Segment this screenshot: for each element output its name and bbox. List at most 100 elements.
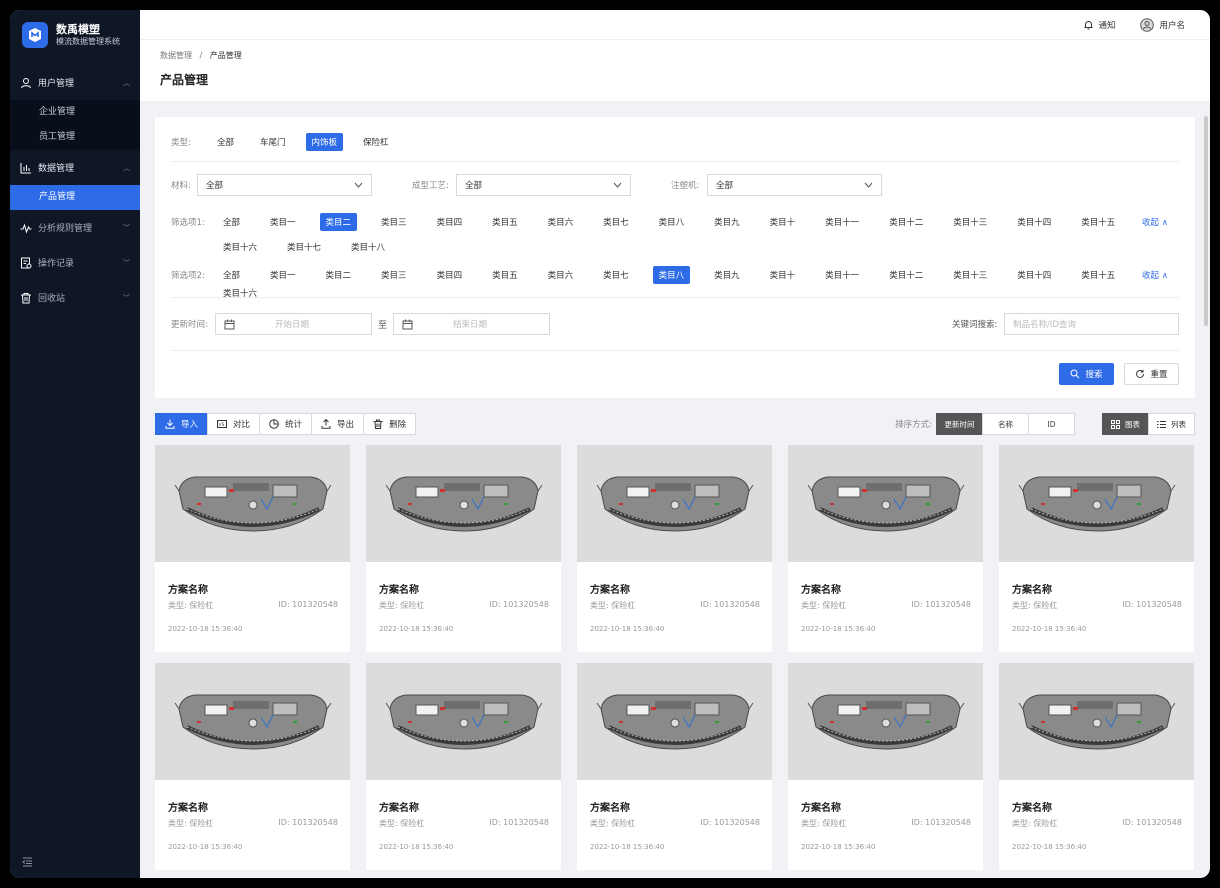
menu-group-user[interactable]: 用户管理 ︿: [10, 65, 140, 100]
filter-chip[interactable]: 类目一: [264, 266, 302, 284]
filter-chip[interactable]: 类目二: [319, 213, 358, 231]
card-id: ID: 101320548: [700, 600, 760, 609]
filter-chip[interactable]: 类目十六: [217, 284, 263, 302]
sidebar-item-product[interactable]: 产品管理: [10, 185, 140, 210]
divider: [171, 161, 1179, 162]
product-card[interactable]: 方案名称 类型: 保险杠 ID: 101320548 2022-10-18 15:36…: [155, 445, 350, 652]
sidebar: 数禹模塑 模流数据管理系统 用户管理 ︿ 企业管理 员工管理 数据管理 ︿ 产品…: [10, 10, 140, 878]
material-select[interactable]: 全部: [197, 174, 372, 196]
end-date-input[interactable]: 结束日期: [393, 313, 551, 335]
product-card[interactable]: 方案名称 类型: 保险杠 ID: 101320548 2022-10-18 15:36…: [577, 445, 772, 652]
filter-chip[interactable]: 类目一: [264, 213, 302, 231]
filter-chip[interactable]: 类目十一: [819, 266, 865, 284]
user-menu[interactable]: 用户名: [1140, 17, 1185, 32]
filter-chip[interactable]: 类目八: [653, 213, 691, 231]
filter-chip[interactable]: 类目五: [486, 266, 524, 284]
collapse-sidebar-icon[interactable]: [22, 857, 33, 870]
reset-button[interactable]: 重置: [1124, 363, 1179, 385]
product-thumbnail: [788, 445, 983, 562]
product-card[interactable]: 方案名称 类型: 保险杠 ID: 101320548 2022-10-18 15:36…: [155, 663, 350, 870]
filter-chip[interactable]: 类目三: [375, 213, 413, 231]
bell-icon: [1084, 20, 1093, 29]
filter-chip[interactable]: 类目十八: [345, 238, 391, 256]
filter-chip[interactable]: 类目十: [764, 266, 802, 284]
filter-chip[interactable]: 类目九: [708, 213, 746, 231]
sidebar-item-staff[interactable]: 员工管理: [10, 125, 140, 150]
filter-chip[interactable]: 全部: [217, 213, 246, 231]
filter-chip[interactable]: 类目五: [486, 213, 524, 231]
start-date-placeholder: 开始日期: [275, 320, 310, 330]
filter-chip[interactable]: 全部: [211, 133, 240, 151]
grid-icon: [1111, 419, 1120, 429]
card-type: 类型: 保险杠: [590, 601, 636, 610]
product-card[interactable]: 方案名称 类型: 保险杠 ID: 101320548 2022-10-18 15:36…: [999, 663, 1194, 870]
menu-group-data[interactable]: 数据管理 ︿: [10, 150, 140, 185]
card-id: ID: 101320548: [1122, 818, 1182, 827]
export-icon: [321, 419, 331, 429]
delete-button[interactable]: 删除: [363, 413, 417, 435]
filter-chip[interactable]: 类目十二: [883, 266, 929, 284]
product-thumbnail: [577, 445, 772, 562]
product-card[interactable]: 方案名称 类型: 保险杠 ID: 101320548 2022-10-18 15:36…: [366, 663, 561, 870]
menu-group-trash[interactable]: 回收站 ﹀: [10, 280, 140, 315]
product-thumbnail-image: [385, 694, 542, 750]
filter-chip[interactable]: 类目三: [375, 266, 413, 284]
product-card[interactable]: 方案名称 类型: 保险杠 ID: 101320548 2022-10-18 15:36…: [366, 445, 561, 652]
export-button[interactable]: 导出: [311, 413, 365, 435]
filter-chip[interactable]: 保险杠: [357, 133, 395, 151]
chevron-down-icon: [354, 182, 363, 188]
scrollbar[interactable]: [1204, 116, 1208, 326]
breadcrumb-parent[interactable]: 数据管理: [160, 51, 192, 60]
filter-chip[interactable]: 类目四: [431, 213, 469, 231]
product-card[interactable]: 方案名称 类型: 保险杠 ID: 101320548 2022-10-18 15:36…: [577, 663, 772, 870]
product-thumbnail-image: [596, 476, 753, 532]
filter-chip[interactable]: 类目十五: [1075, 266, 1121, 284]
filter-chip[interactable]: 车尾门: [254, 133, 292, 151]
stats-button[interactable]: 统计: [259, 413, 313, 435]
menu-group-records[interactable]: 操作记录 ﹀: [10, 245, 140, 280]
filter-chip[interactable]: 类目十: [764, 213, 802, 231]
filter-chip[interactable]: 类目十三: [947, 266, 993, 284]
filter-chip[interactable]: 类目七: [597, 213, 635, 231]
notice-button[interactable]: 通知: [1084, 19, 1115, 31]
product-card[interactable]: 方案名称 类型: 保险杠 ID: 101320548 2022-10-18 15:36…: [788, 445, 983, 652]
filter-chip[interactable]: 内饰板: [305, 133, 344, 151]
view-list-button[interactable]: 列表: [1148, 413, 1195, 435]
compare-button[interactable]: VS 对比: [207, 413, 261, 435]
filter-chip[interactable]: 类目十五: [1075, 213, 1121, 231]
fold-button-1[interactable]: 收起 ∧: [1142, 216, 1168, 228]
search-button[interactable]: 搜索: [1059, 363, 1114, 385]
view-chart-button[interactable]: 图表: [1102, 413, 1149, 435]
filter-chip[interactable]: 类目十一: [819, 213, 865, 231]
filter-chip[interactable]: 类目四: [431, 266, 469, 284]
date-label: 更新时间:: [171, 320, 208, 330]
product-card[interactable]: 方案名称 类型: 保险杠 ID: 101320548 2022-10-18 15:36…: [788, 663, 983, 870]
filter-chip[interactable]: 类目十四: [1011, 266, 1057, 284]
filter-chip[interactable]: 类目十七: [281, 238, 327, 256]
filter-chip[interactable]: 类目六: [542, 266, 580, 284]
sort-option-button[interactable]: 更新时间: [936, 413, 983, 435]
filter-chip[interactable]: 类目十六: [217, 238, 263, 256]
filter-chip[interactable]: 类目八: [652, 266, 691, 284]
keyword-input[interactable]: 制品名称/ID查询: [1004, 313, 1179, 335]
machine-select[interactable]: 全部: [707, 174, 882, 196]
filter-chip[interactable]: 全部: [217, 266, 246, 284]
start-date-input[interactable]: 开始日期: [215, 313, 372, 335]
filter-chip[interactable]: 类目七: [597, 266, 635, 284]
import-button[interactable]: 导入: [155, 413, 209, 435]
filter-chip[interactable]: 类目十三: [947, 213, 993, 231]
filter-chip[interactable]: 类目十四: [1011, 213, 1057, 231]
filter-chip[interactable]: 类目十二: [883, 213, 929, 231]
sidebar-item-company[interactable]: 企业管理: [10, 100, 140, 125]
sort-option-button[interactable]: ID: [1028, 413, 1075, 435]
fold-button-2[interactable]: 收起 ∧: [1142, 269, 1168, 281]
sort-option-button[interactable]: 名称: [982, 413, 1029, 435]
option2-label: 筛选项2:: [171, 271, 205, 281]
filter-chip[interactable]: 类目二: [320, 266, 358, 284]
product-card[interactable]: 方案名称 类型: 保险杠 ID: 101320548 2022-10-18 15:36…: [999, 445, 1194, 652]
process-select[interactable]: 全部: [456, 174, 631, 196]
menu-group-rules[interactable]: 分析规则管理 ﹀: [10, 210, 140, 245]
filter-chip[interactable]: 类目六: [542, 213, 580, 231]
filter-chip[interactable]: 类目九: [708, 266, 746, 284]
material-label: 材料:: [171, 181, 191, 191]
